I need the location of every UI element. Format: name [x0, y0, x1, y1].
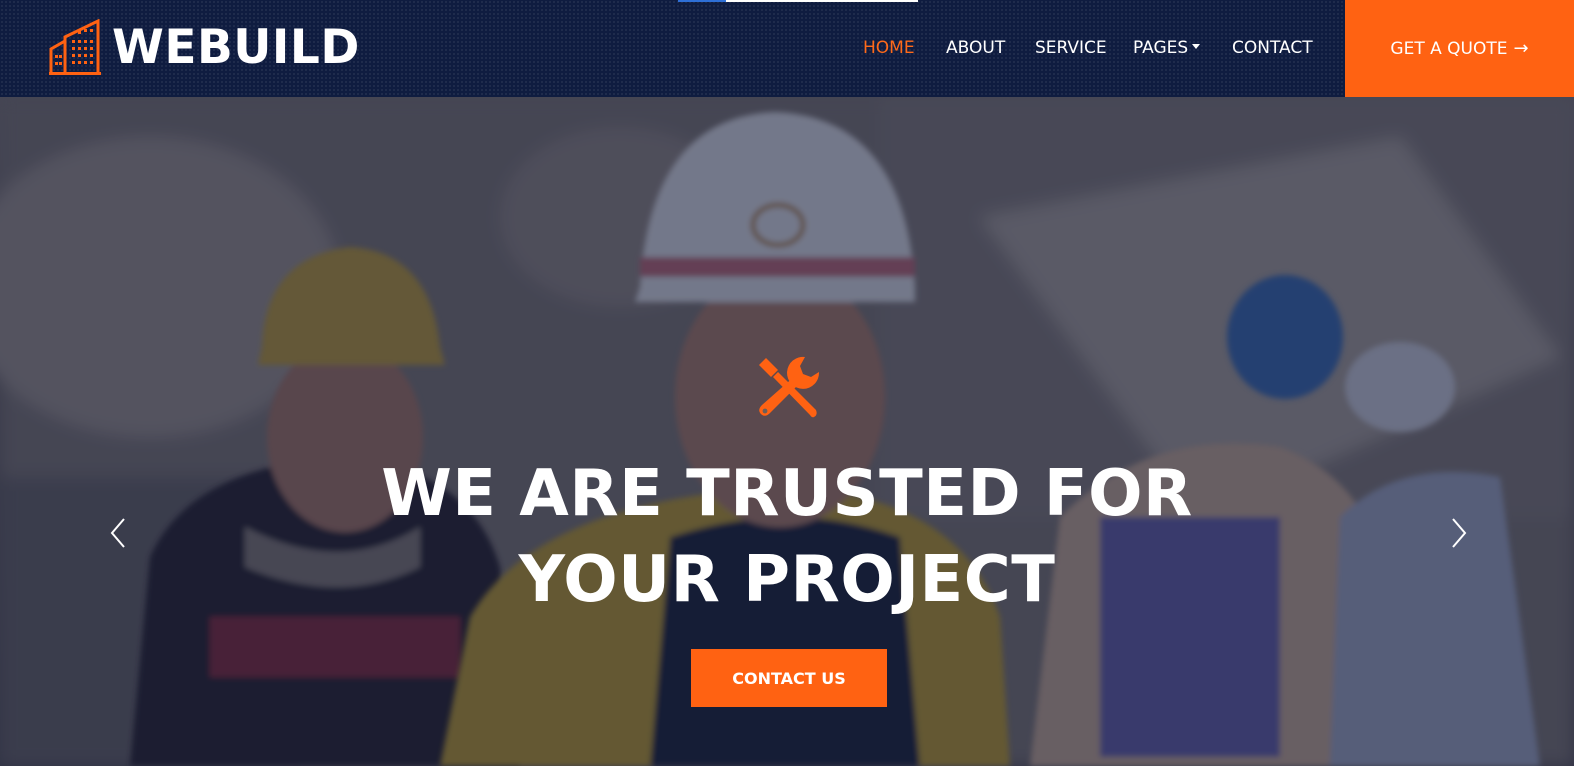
get-a-quote-button[interactable]: GET A QUOTE →	[1345, 0, 1574, 97]
hero-carousel: WE ARE TRUSTED FOR YOUR PROJECT CONTACT …	[0, 97, 1574, 766]
hero-heading-line-1: WE ARE TRUSTED FOR	[381, 457, 1193, 531]
chevron-right-icon[interactable]	[1443, 515, 1473, 551]
nav-about[interactable]: ABOUT	[946, 38, 1005, 58]
nav-pages-label: PAGES	[1133, 38, 1189, 58]
nav-contact[interactable]: CONTACT	[1232, 38, 1313, 58]
arrow-right-icon: →	[1513, 38, 1529, 59]
tools-icon	[759, 356, 820, 418]
caret-down-icon	[1192, 44, 1201, 49]
nav-pages-dropdown[interactable]: PAGES	[1133, 38, 1201, 58]
hero-heading: WE ARE TRUSTED FOR YOUR PROJECT	[287, 451, 1287, 623]
top-navbar: WEBUILD HOME ABOUT SERVICE PAGES CONTACT…	[0, 0, 1574, 97]
chevron-left-icon[interactable]	[104, 515, 134, 551]
nav-home[interactable]: HOME	[863, 38, 915, 58]
contact-us-button[interactable]: CONTACT US	[691, 649, 887, 707]
main-navigation: HOME ABOUT SERVICE PAGES CONTACT	[0, 0, 1345, 97]
top-loading-strip	[678, 0, 918, 2]
hero-heading-line-2: YOUR PROJECT	[518, 543, 1056, 617]
nav-service[interactable]: SERVICE	[1035, 38, 1107, 58]
get-a-quote-label: GET A QUOTE	[1390, 38, 1508, 59]
